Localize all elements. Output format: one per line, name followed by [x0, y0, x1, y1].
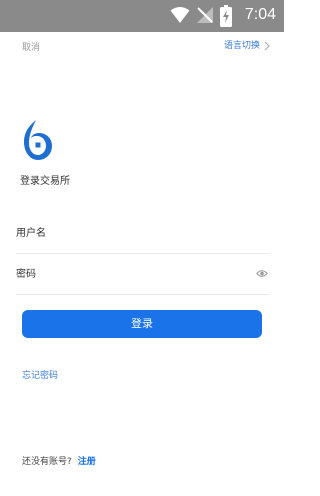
flame-logo-icon — [24, 120, 52, 160]
password-row — [16, 254, 270, 295]
register-prompt: 还没有账号? — [22, 457, 72, 467]
password-input[interactable] — [16, 266, 246, 282]
cancel-button[interactable]: 取消 — [22, 42, 40, 54]
chevron-right-icon — [264, 41, 270, 51]
register-link[interactable]: 注册 — [78, 456, 96, 468]
username-row — [16, 213, 270, 254]
status-time: 7:04 — [244, 6, 276, 23]
battery-charging-icon — [220, 5, 232, 27]
register-row: 还没有账号? 注册 — [22, 456, 96, 468]
login-button[interactable]: 登录 — [22, 310, 262, 338]
language-switch-button[interactable]: 语言切换 — [224, 40, 270, 52]
wifi-icon — [170, 7, 190, 23]
forgot-password-link[interactable]: 忘记密码 — [22, 370, 58, 382]
page-title: 登录交易所 — [20, 176, 70, 187]
language-switch-label: 语言切换 — [223, 41, 260, 51]
signal-off-icon — [197, 7, 213, 23]
status-bar: 7:04 — [0, 0, 284, 32]
username-input[interactable] — [16, 225, 246, 241]
eye-icon[interactable] — [256, 269, 268, 278]
